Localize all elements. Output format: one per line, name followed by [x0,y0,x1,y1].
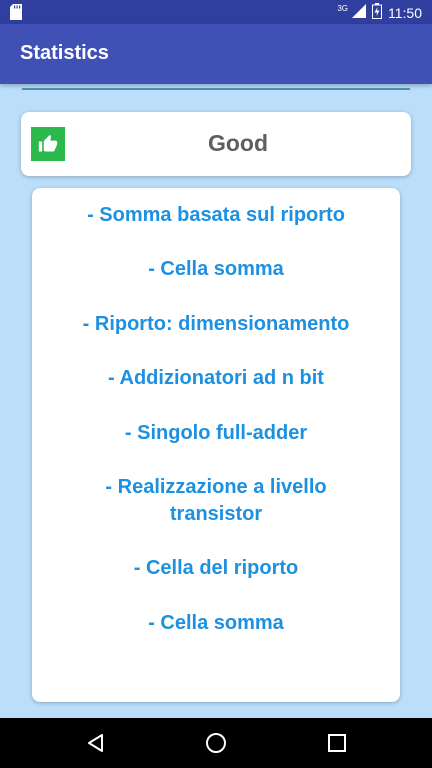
topic-item: - Cella del riporto [133,557,299,579]
back-icon[interactable] [84,731,108,755]
clock: 11:50 [388,4,422,21]
status-bar: 3G 11:50 [0,0,432,24]
result-label: Good [207,130,269,156]
topic-item: - Somma basata sul riporto [87,204,345,226]
home-icon[interactable] [204,731,228,755]
signal-icon [352,4,366,21]
sd-card-icon [10,4,22,25]
app-bar: Statistics [0,24,432,84]
divider [22,88,410,90]
topic-item: - Addizionatori ad n bit [108,367,324,389]
page-title: Statistics [20,42,109,64]
topic-item: - Singolo full-adder [124,422,308,444]
result-card: Good [21,112,411,176]
topic-item: - Realizzazione a livello transistor [105,476,327,525]
topics-card: - Somma basata sul riporto - Cella somma… [32,188,400,702]
topic-item: - Cella somma [148,612,284,634]
battery-icon [372,3,382,22]
network-type: 3G [337,4,348,13]
navigation-bar [0,718,432,768]
recents-icon[interactable] [325,731,349,755]
topic-item: - Cella somma [148,258,284,280]
topic-item: - Riporto: dimensionamento [82,313,350,335]
